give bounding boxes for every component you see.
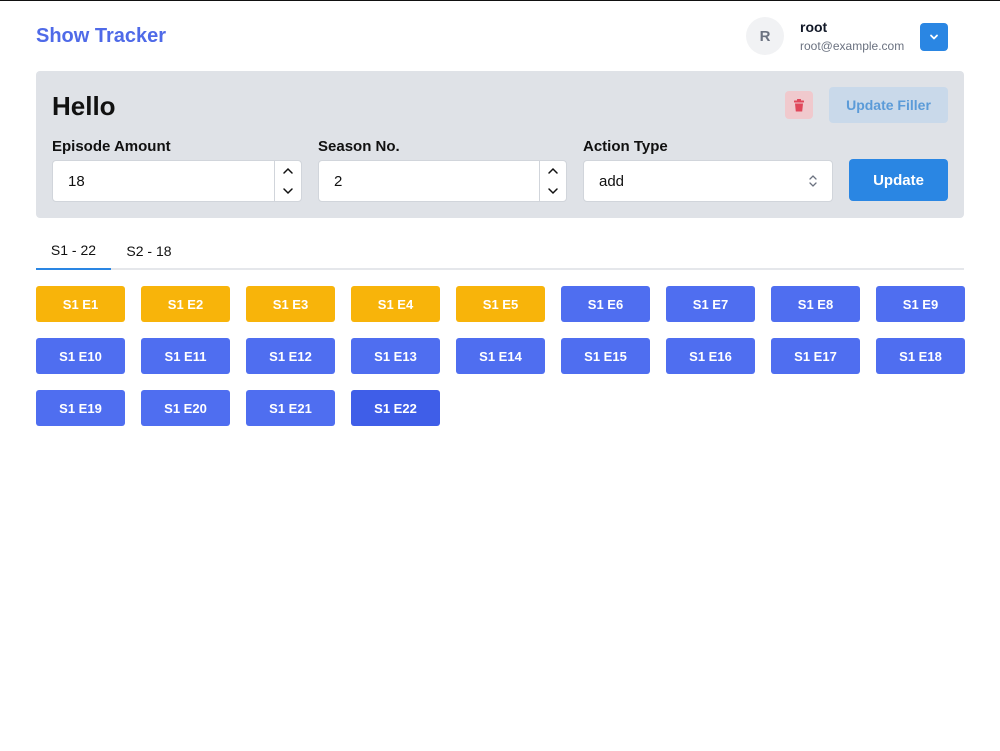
episode-button[interactable]: S1 E7 xyxy=(666,286,755,322)
season-tabs: S1 - 22 S2 - 18 xyxy=(36,232,964,270)
chevron-down-icon xyxy=(930,34,938,40)
chevron-down-icon xyxy=(283,188,293,195)
episode-amount-input[interactable]: 18 xyxy=(52,160,302,202)
episode-button[interactable]: S1 E12 xyxy=(246,338,335,374)
delete-button[interactable] xyxy=(785,91,813,119)
episode-grid: S1 E1 S1 E2 S1 E3 S1 E4 S1 E5 S1 E6 S1 E7 S1 E8… xyxy=(36,286,965,426)
episode-button[interactable]: S1 E18 xyxy=(876,338,965,374)
avatar: R xyxy=(746,17,784,55)
chevron-down-icon xyxy=(548,188,558,195)
episode-amount-value: 18 xyxy=(68,173,85,190)
action-type-value: add xyxy=(599,173,625,190)
chevron-up-icon xyxy=(283,167,293,174)
episode-button[interactable]: S1 E22 xyxy=(351,390,440,426)
season-no-label: Season No. xyxy=(318,138,400,155)
episode-button[interactable]: S1 E2 xyxy=(141,286,230,322)
tab-season-1[interactable]: S1 - 22 xyxy=(36,232,111,270)
app-header: Show Tracker R root root@example.com xyxy=(0,1,1000,71)
chevron-up-icon xyxy=(548,167,558,174)
season-no-input[interactable]: 2 xyxy=(318,160,567,202)
episode-button[interactable]: S1 E21 xyxy=(246,390,335,426)
brand-title[interactable]: Show Tracker xyxy=(36,25,166,48)
action-type-label: Action Type xyxy=(583,138,668,155)
episode-button[interactable]: S1 E13 xyxy=(351,338,440,374)
show-panel: Hello Update Filler Episode Amount 18 Se… xyxy=(36,71,964,218)
episode-button[interactable]: S1 E17 xyxy=(771,338,860,374)
episode-button[interactable]: S1 E16 xyxy=(666,338,755,374)
episode-button[interactable]: S1 E8 xyxy=(771,286,860,322)
episode-button[interactable]: S1 E15 xyxy=(561,338,650,374)
episode-button[interactable]: S1 E9 xyxy=(876,286,965,322)
trash-icon xyxy=(794,98,804,111)
user-email: root@example.com xyxy=(800,39,905,53)
episode-amount-label: Episode Amount xyxy=(52,138,171,155)
user-menu-button[interactable] xyxy=(920,23,948,51)
episode-button[interactable]: S1 E20 xyxy=(141,390,230,426)
update-filler-button[interactable]: Update Filler xyxy=(829,87,948,123)
episode-button[interactable]: S1 E3 xyxy=(246,286,335,322)
select-arrows-icon xyxy=(809,175,817,187)
episode-button[interactable]: S1 E5 xyxy=(456,286,545,322)
episode-button[interactable]: S1 E11 xyxy=(141,338,230,374)
episode-button[interactable]: S1 E1 xyxy=(36,286,125,322)
episode-button[interactable]: S1 E6 xyxy=(561,286,650,322)
season-no-stepper[interactable] xyxy=(539,161,566,201)
season-no-value: 2 xyxy=(334,173,343,190)
decrement-button[interactable] xyxy=(540,181,566,201)
action-type-select[interactable]: add xyxy=(583,160,833,202)
episode-button[interactable]: S1 E19 xyxy=(36,390,125,426)
panel-title: Hello xyxy=(52,91,116,121)
increment-button[interactable] xyxy=(540,161,566,181)
decrement-button[interactable] xyxy=(275,181,301,201)
episode-button[interactable]: S1 E4 xyxy=(351,286,440,322)
user-name: root xyxy=(800,19,828,35)
increment-button[interactable] xyxy=(275,161,301,181)
episode-amount-stepper[interactable] xyxy=(274,161,301,201)
tab-season-2[interactable]: S2 - 18 xyxy=(111,232,187,270)
episode-button[interactable]: S1 E14 xyxy=(456,338,545,374)
update-button[interactable]: Update xyxy=(849,159,948,201)
episode-button[interactable]: S1 E10 xyxy=(36,338,125,374)
